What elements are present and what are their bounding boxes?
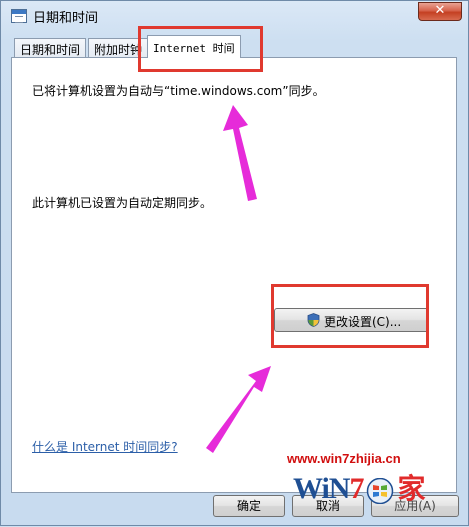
watermark-logo-win: WiN	[293, 472, 350, 505]
watermark-logo-jia: 家	[397, 472, 425, 505]
sync-info-text: 已将计算机设置为自动与“time.windows.com”同步。	[32, 84, 325, 98]
date-time-dialog: 日期和时间 ✕ 日期和时间 附加时钟 Internet 时间 已将计算机设置为自…	[0, 0, 469, 526]
tab-panel	[11, 57, 457, 493]
watermark-logo: WiN7 家	[293, 467, 425, 507]
tab-date-time[interactable]: 日期和时间	[14, 38, 87, 58]
watermark-url: www.win7zhijia.cn	[287, 451, 401, 466]
tab-internet-time-label: Internet 时间	[153, 42, 235, 55]
watermark-logo-seven: 7	[349, 472, 364, 505]
tab-internet-time[interactable]: Internet 时间	[147, 35, 241, 58]
annotation-box-button	[271, 284, 429, 348]
help-link[interactable]: 什么是 Internet 时间同步?	[32, 438, 178, 455]
schedule-info-text: 此计算机已设置为自动定期同步。	[32, 196, 213, 210]
windows-flag-icon	[366, 477, 394, 505]
close-button[interactable]: ✕	[418, 2, 462, 21]
ok-button[interactable]: 确定	[213, 495, 285, 517]
window-title: 日期和时间	[33, 11, 99, 26]
calendar-icon	[11, 9, 27, 23]
